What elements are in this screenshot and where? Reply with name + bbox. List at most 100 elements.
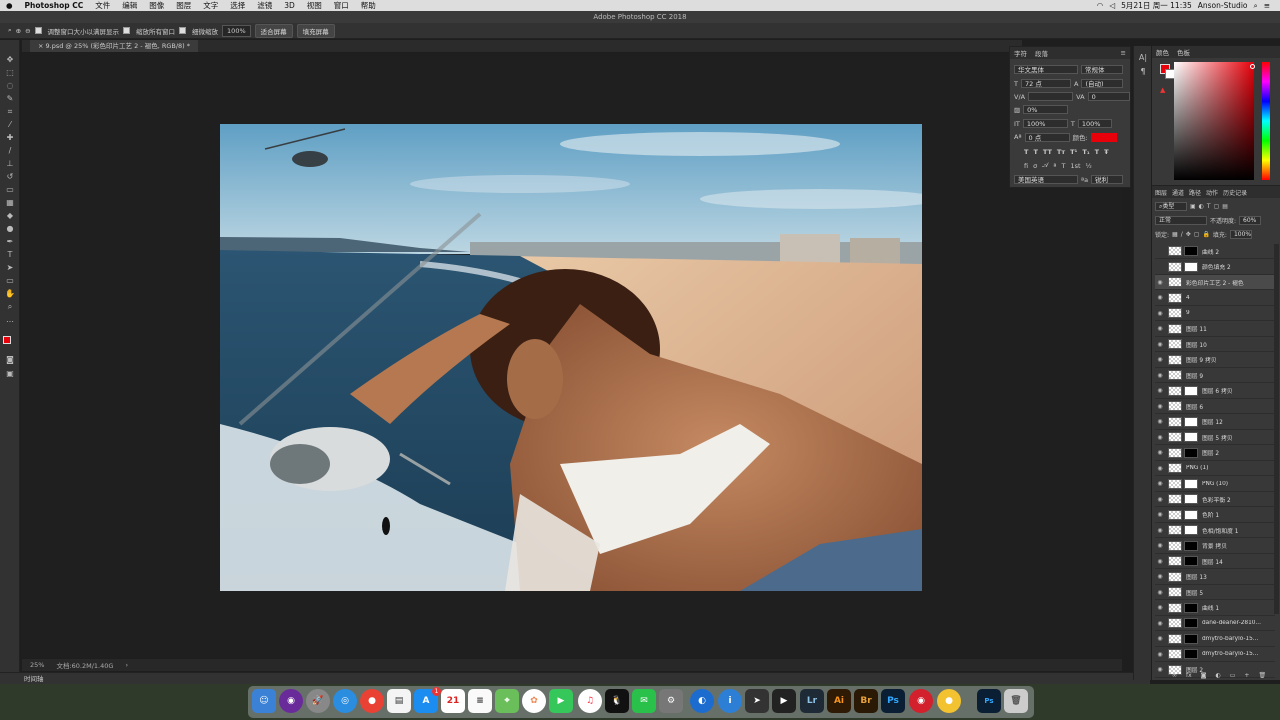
layer-row[interactable]: 曲线 2 — [1155, 244, 1275, 259]
blend-mode-select[interactable]: 正常 — [1155, 216, 1207, 225]
layer-mask-thumbnail[interactable] — [1184, 540, 1198, 551]
blur-tool-icon[interactable]: ◆ — [4, 210, 16, 221]
antialias-select[interactable]: 锐利 — [1091, 175, 1124, 184]
layer-row[interactable]: ◉ 图层 14 — [1155, 554, 1275, 569]
fit-screen-button[interactable]: 适合屏幕 — [254, 23, 293, 38]
layer-row[interactable]: ◉ PNG (10) — [1155, 477, 1275, 492]
add-mask-icon[interactable]: ◙ — [1201, 672, 1207, 679]
itunes-icon[interactable]: ♫ — [578, 689, 602, 713]
facetime-icon[interactable]: ▶ — [549, 689, 573, 713]
subscript-icon[interactable]: T₁ — [1082, 148, 1089, 156]
chrome-icon[interactable]: ● — [360, 689, 384, 713]
layer-mask-thumbnail[interactable] — [1184, 509, 1198, 520]
layer-row[interactable]: ◉ 彩色印片工艺 2 - 褪色 — [1155, 275, 1275, 290]
more-tools-icon[interactable]: … — [4, 314, 16, 325]
eye-icon[interactable]: ◉ — [1155, 635, 1165, 642]
browser-icon[interactable]: ◐ — [690, 689, 714, 713]
chat-app-icon[interactable]: ● — [937, 689, 961, 713]
layer-mask-thumbnail[interactable] — [1184, 478, 1198, 489]
volume-icon[interactable]: ◁ — [1109, 1, 1115, 10]
eye-icon[interactable]: ◉ — [1155, 403, 1165, 410]
path-select-tool-icon[interactable]: ➤ — [4, 262, 16, 273]
paragraph-panel-icon[interactable]: ¶ — [1137, 66, 1149, 77]
wechat-icon[interactable]: ✉ — [632, 689, 656, 713]
layer-style-icon[interactable]: fx — [1186, 672, 1192, 679]
lock-paint-icon[interactable]: / — [1181, 231, 1183, 238]
layer-row[interactable]: ◉ 图层 6 — [1155, 399, 1275, 414]
eye-icon[interactable]: ◉ — [1155, 434, 1165, 441]
maps-icon[interactable]: ⌖ — [495, 689, 519, 713]
layer-row[interactable]: ◉ 背景 拷贝 — [1155, 539, 1275, 554]
zoom-all-checkbox[interactable] — [123, 27, 131, 34]
eye-icon[interactable]: ◉ — [1155, 294, 1165, 301]
gradient-tool-icon[interactable]: ▦ — [4, 197, 16, 208]
ligature-icon[interactable]: ﬁ — [1024, 162, 1028, 170]
tracking-field[interactable]: 0 — [1087, 92, 1130, 101]
fraction-icon[interactable]: ½ — [1086, 162, 1092, 170]
tab-channels[interactable]: 通道 — [1172, 188, 1184, 197]
opacity-field[interactable]: 60% — [1239, 216, 1262, 225]
baseline-field[interactable]: 0 点 — [1024, 132, 1070, 142]
tsume-field[interactable]: 0% — [1023, 105, 1069, 114]
faux-italic-icon[interactable]: T — [1033, 148, 1037, 156]
layer-row[interactable]: ◉ 色相/饱和度 1 — [1155, 523, 1275, 538]
menu-image[interactable]: 图像 — [143, 0, 170, 11]
underline-icon[interactable]: T — [1095, 148, 1099, 156]
eye-icon[interactable]: ◉ — [1155, 387, 1165, 394]
eye-icon[interactable]: ◉ — [1155, 418, 1165, 425]
scrubby-checkbox[interactable] — [179, 27, 187, 34]
gamut-warning-icon[interactable]: ▲ — [1160, 86, 1165, 94]
layer-mask-thumbnail[interactable] — [1184, 246, 1198, 256]
layer-mask-thumbnail[interactable] — [1184, 261, 1198, 272]
layers-scrollbar[interactable] — [1274, 244, 1279, 614]
photos-icon[interactable]: ✿ — [522, 689, 546, 713]
swash-icon[interactable]: 𝒜 — [1042, 161, 1048, 170]
lock-transparent-icon[interactable]: ▦ — [1172, 231, 1178, 238]
zoom-readout[interactable]: 25% — [30, 661, 44, 669]
quick-select-tool-icon[interactable]: ✎ — [4, 93, 16, 104]
bridge-icon[interactable]: Br — [854, 689, 878, 713]
netease-music-icon[interactable]: ◉ — [909, 689, 933, 713]
layer-row[interactable]: ◉ 曲线 1 — [1155, 601, 1275, 616]
final-cut-icon[interactable]: ▶ — [772, 689, 796, 713]
tab-history[interactable]: 历史记录 — [1223, 188, 1247, 197]
leading-field[interactable]: (自动) — [1081, 79, 1124, 88]
delete-layer-icon[interactable]: 🗑 — [1258, 672, 1266, 679]
menu-filter[interactable]: 滤镜 — [251, 0, 278, 11]
doc-size-readout[interactable]: 文档:60.2M/1.40G — [56, 660, 113, 670]
eye-icon[interactable]: ◉ — [1155, 558, 1165, 565]
close-icon[interactable]: × — [38, 42, 46, 50]
quick-mask-icon[interactable]: ◙ — [4, 354, 16, 365]
tab-paths[interactable]: 路径 — [1189, 188, 1201, 197]
eye-icon[interactable]: ◉ — [1155, 651, 1165, 658]
layer-row[interactable]: ◉ 图层 5 — [1155, 585, 1275, 600]
layer-mask-thumbnail[interactable] — [1184, 602, 1198, 613]
type-tool-icon[interactable]: T — [4, 249, 16, 260]
artwork-image[interactable] — [220, 124, 922, 591]
photoshop-icon[interactable]: Ps — [881, 689, 905, 713]
eye-icon[interactable]: ◉ — [1155, 341, 1165, 348]
calendar-icon[interactable]: 21 — [441, 689, 465, 713]
layer-row[interactable]: ◉ 图层 12 — [1155, 415, 1275, 430]
layer-row[interactable]: ◉ dmytro-barylo-15... — [1155, 647, 1275, 662]
new-layer-icon[interactable]: + — [1244, 672, 1249, 679]
lightroom-icon[interactable]: Lr — [800, 689, 824, 713]
layer-mask-thumbnail[interactable] — [1184, 432, 1198, 442]
horizontal-scale-field[interactable]: 100% — [1077, 119, 1112, 128]
panel-menu-icon[interactable]: ≡ — [1121, 49, 1130, 57]
layer-mask-thumbnail[interactable] — [1184, 385, 1198, 396]
wifi-icon[interactable]: ◠ — [1097, 1, 1104, 10]
hue-slider[interactable] — [1262, 62, 1270, 180]
layer-row[interactable]: ◉ 色彩平衡 2 — [1155, 492, 1275, 507]
all-caps-icon[interactable]: TT — [1043, 148, 1052, 156]
strikethrough-icon[interactable]: Ŧ — [1104, 148, 1108, 156]
layer-row[interactable]: ◉ dane-deaner-2810... — [1155, 616, 1275, 631]
new-group-icon[interactable]: ▭ — [1230, 672, 1236, 679]
layer-row[interactable]: ◉ 图层 10 — [1155, 337, 1275, 352]
layer-mask-thumbnail[interactable] — [1184, 649, 1198, 659]
menu-view[interactable]: 视图 — [301, 0, 328, 11]
eraser-tool-icon[interactable]: ▭ — [4, 184, 16, 195]
filter-shape-icon[interactable]: ▢ — [1214, 203, 1220, 210]
eye-icon[interactable]: ◉ — [1155, 310, 1165, 317]
textedit-icon[interactable]: ▤ — [387, 689, 411, 713]
